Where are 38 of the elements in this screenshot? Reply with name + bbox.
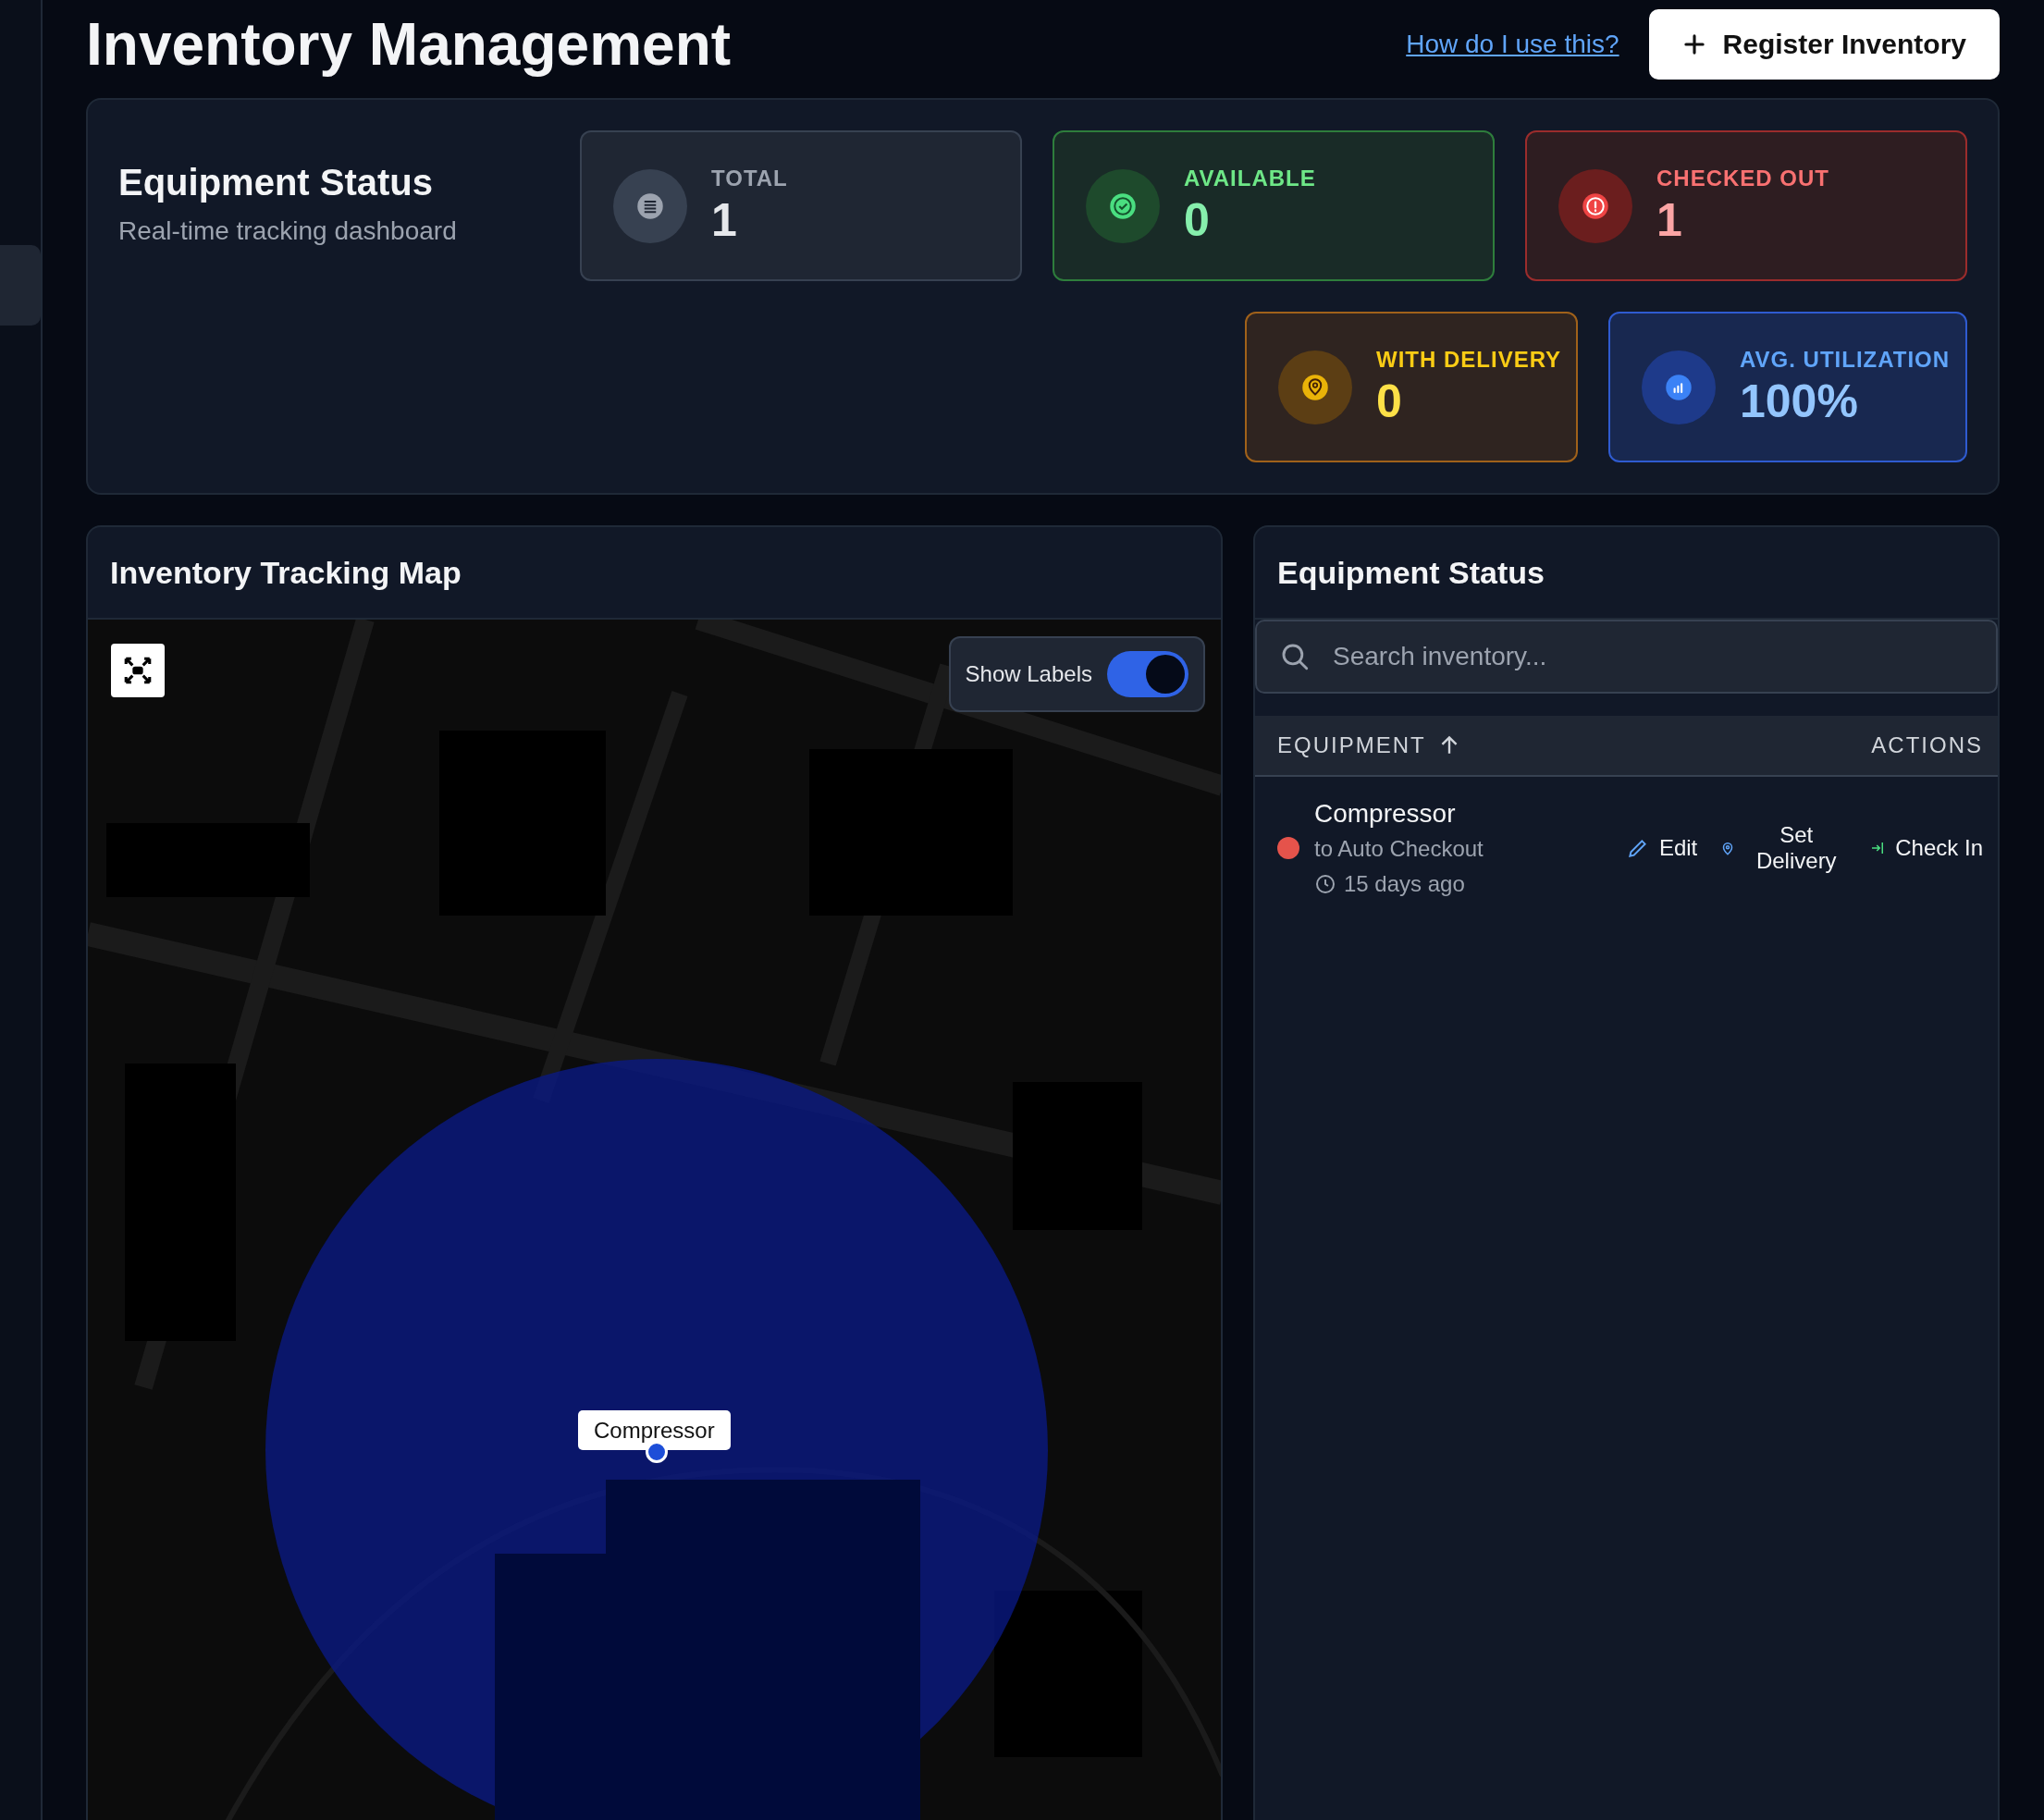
map-title: Inventory Tracking Map — [110, 554, 462, 591]
toggle-label: Show Labels — [965, 661, 1092, 687]
time-ago: 15 days ago — [1344, 871, 1465, 897]
equipment-name: Compressor — [1314, 799, 1457, 829]
stat-label: TOTAL — [711, 165, 788, 191]
stat-value: 0 — [1184, 192, 1211, 247]
column-header: ACTIONS — [1871, 732, 1983, 758]
fullscreen-button[interactable] — [111, 644, 165, 697]
register-button[interactable]: Register Inventory — [1648, 9, 2000, 80]
clock-icon — [1314, 873, 1336, 895]
stat-label: AVAILABLE — [1184, 165, 1316, 191]
fullscreen-icon — [122, 655, 154, 686]
marker-label: Compressor — [578, 1410, 731, 1450]
page-title: Inventory Management — [86, 12, 732, 77]
stat-value: 1 — [1656, 192, 1683, 247]
stat-value: 1 — [711, 192, 738, 247]
delivery-button[interactable]: Set Delivery — [1719, 822, 1848, 874]
equipment-title: Equipment Status — [1277, 554, 1545, 591]
edit-button[interactable]: Edit — [1625, 835, 1698, 861]
bar-chart-icon — [1665, 373, 1693, 401]
summary-title: Equipment Status — [118, 162, 435, 203]
checkin-button[interactable]: Check In — [1869, 835, 1983, 861]
stat-label: AVG. UTILIZATION — [1740, 346, 1951, 373]
summary-subtitle: Real-time tracking dashboard — [118, 216, 457, 246]
check-circle-icon — [1109, 191, 1137, 220]
pin-icon — [1301, 373, 1329, 401]
alert-icon — [1582, 191, 1609, 220]
stat-value: 100% — [1740, 374, 1859, 428]
stat-label: CHECKED OUT — [1656, 165, 1829, 191]
help-link[interactable]: How do I use this? — [1406, 30, 1619, 59]
stat-label: WITH DELIVERY — [1376, 346, 1562, 373]
equipment-location: to Auto Checkout — [1314, 836, 1484, 862]
column-header[interactable]: EQUIPMENT — [1277, 732, 1426, 758]
stat-value: 0 — [1376, 374, 1403, 428]
plus-icon — [1681, 32, 1706, 56]
toggle-switch[interactable] — [1107, 651, 1188, 697]
search-field[interactable]: Search inventory... — [1255, 620, 1998, 694]
list-icon — [636, 191, 664, 220]
